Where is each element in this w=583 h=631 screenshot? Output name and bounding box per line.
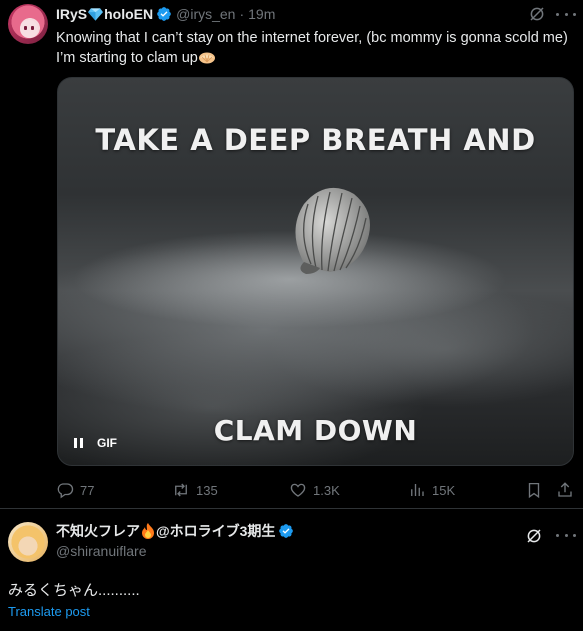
grok-icon[interactable] bbox=[525, 527, 543, 545]
avatar[interactable] bbox=[8, 4, 48, 44]
reply-count: 77 bbox=[80, 482, 95, 498]
display-name-suffix[interactable]: holoEN bbox=[104, 6, 153, 22]
separator-dot: · bbox=[239, 6, 245, 22]
views-icon bbox=[411, 484, 424, 496]
gif-caption-top: TAKE A DEEP BREATH AND bbox=[95, 123, 536, 157]
pause-icon[interactable] bbox=[74, 438, 83, 448]
post-text: Knowing that I can’t stay on the interne… bbox=[56, 28, 576, 68]
like-icon bbox=[290, 483, 306, 497]
verified-badge-icon bbox=[157, 7, 171, 21]
avatar[interactable] bbox=[8, 522, 48, 562]
seashell-image bbox=[295, 187, 370, 274]
views-button[interactable]: 15K bbox=[408, 480, 455, 500]
avatar-face bbox=[20, 20, 38, 38]
post-header: IRyS holoEN @irys_en · 19m bbox=[56, 5, 275, 23]
post-text: みるくちゃん.......... bbox=[8, 582, 140, 599]
reply-button[interactable]: 77 bbox=[56, 480, 94, 500]
grok-icon[interactable] bbox=[528, 5, 546, 23]
verified-badge-icon bbox=[279, 524, 294, 538]
more-icon[interactable] bbox=[556, 5, 576, 23]
views-count: 15K bbox=[432, 482, 456, 498]
fire-emoji-icon bbox=[142, 523, 154, 539]
display-name[interactable]: IRyS bbox=[56, 6, 87, 22]
post-text-content: Knowing that I can’t stay on the interne… bbox=[56, 30, 568, 66]
handle[interactable]: @shiranuiflare bbox=[56, 543, 146, 559]
post-divider bbox=[0, 508, 583, 509]
repost-button[interactable]: 135 bbox=[172, 480, 218, 500]
share-button[interactable] bbox=[556, 480, 580, 500]
repost-count: 135 bbox=[196, 482, 218, 498]
display-name[interactable]: 不知火フレア bbox=[56, 521, 140, 541]
gif-caption-bottom: CLAM DOWN bbox=[213, 414, 418, 447]
gif-badge: GIF bbox=[97, 436, 117, 450]
more-icon[interactable] bbox=[556, 532, 576, 538]
avatar-eye-left bbox=[24, 26, 27, 30]
bookmark-button[interactable] bbox=[525, 480, 549, 500]
gem-icon bbox=[88, 8, 104, 21]
like-button[interactable]: 1.3K bbox=[289, 480, 340, 500]
post-irys[interactable]: IRyS holoEN @irys_en · 19m Knowing that … bbox=[0, 0, 583, 508]
share-icon bbox=[558, 482, 572, 497]
reply-icon bbox=[57, 483, 74, 499]
clam-emoji-icon bbox=[198, 52, 215, 64]
post-header: 不知火フレア @ホロライブ3期生 bbox=[56, 522, 294, 540]
gif-controls: GIF bbox=[74, 436, 117, 450]
gif-media[interactable]: TAKE A DEEP BREATH AND CLAM DOWN GIF bbox=[57, 77, 574, 466]
repost-icon bbox=[175, 483, 187, 497]
avatar-eye-right bbox=[31, 26, 34, 30]
display-name-suffix[interactable]: @ホロライブ3期生 bbox=[156, 521, 275, 541]
translate-post-link[interactable]: Translate post bbox=[8, 604, 90, 619]
action-bar: 77 135 1.3K 15K bbox=[56, 480, 576, 500]
timestamp[interactable]: 19m bbox=[248, 6, 275, 22]
handle[interactable]: @irys_en bbox=[176, 6, 235, 22]
like-count: 1.3K bbox=[313, 482, 340, 498]
bookmark-icon bbox=[528, 482, 540, 499]
